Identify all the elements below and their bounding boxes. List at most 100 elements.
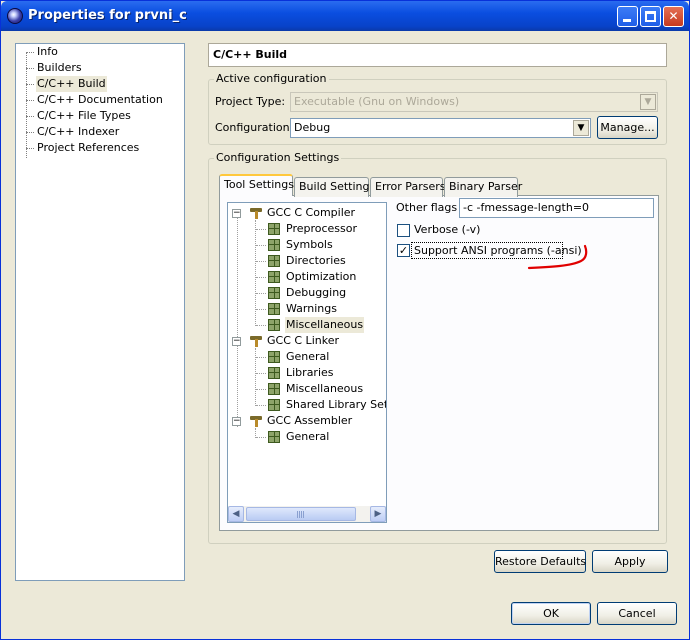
tree-guide-tick <box>256 357 266 358</box>
option-category-icon <box>268 399 280 411</box>
tree-guide-tick <box>256 405 266 406</box>
scroll-left-button[interactable]: ◀ <box>228 506 244 522</box>
tree-guide-tick <box>256 245 266 246</box>
tree-item-label: General <box>286 430 330 443</box>
other-flags-label: Other flags <box>396 201 458 214</box>
tree-guide-line <box>237 217 238 427</box>
option-category-icon <box>268 351 280 363</box>
close-button[interactable]: ✕ <box>663 6 684 27</box>
tree-guide-tick <box>256 325 266 326</box>
tree-guide-tick <box>26 52 34 53</box>
property-page-list[interactable]: Info Builders C/C++ Build C/C++ Document… <box>15 43 185 581</box>
nav-item-cpp-documentation[interactable]: C/C++ Documentation <box>36 92 164 108</box>
project-type-combo: Executable (Gnu on Windows) ▼ <box>290 92 658 112</box>
tree-guide-tick <box>26 84 34 85</box>
tree-node-label: GCC C Compiler <box>267 206 356 219</box>
tree-item-label: General <box>286 350 330 363</box>
title-bar[interactable]: Properties for prvni_c ✕ <box>1 1 689 31</box>
tree-guide-tick <box>256 277 266 278</box>
option-category-icon <box>268 255 280 267</box>
tool-settings-tree[interactable]: − GCC C Compiler Preprocessor Symbols Di… <box>227 202 387 523</box>
minimize-button[interactable] <box>617 6 638 27</box>
collapse-icon[interactable]: − <box>232 417 241 426</box>
verbose-checkbox[interactable] <box>397 224 410 237</box>
active-configuration-label: Active configuration <box>214 72 329 85</box>
tree-item-label: Directories <box>286 254 346 267</box>
maximize-button[interactable] <box>640 6 661 27</box>
tab-binary-parser[interactable]: Binary Parser <box>444 177 522 197</box>
checkmark-icon: ✓ <box>398 244 409 257</box>
tree-guide-tick <box>26 100 34 101</box>
other-flags-input[interactable]: -c -fmessage-length=0 <box>459 198 654 218</box>
restore-defaults-button[interactable]: Restore Defaults <box>494 550 586 573</box>
ok-button[interactable]: OK <box>511 602 591 625</box>
red-underline-annotation <box>527 244 588 270</box>
tree-guide-tick <box>256 293 266 294</box>
tree-item-label: Debugging <box>286 286 347 299</box>
option-category-icon <box>268 271 280 283</box>
option-category-icon <box>268 431 280 443</box>
manage-button[interactable]: Manage... <box>597 116 658 139</box>
nav-item-cpp-build[interactable]: C/C++ Build <box>36 76 107 92</box>
tree-horizontal-scrollbar[interactable]: ◀ ▶ <box>228 506 386 522</box>
grip-icon <box>297 511 305 518</box>
apply-button[interactable]: Apply <box>592 550 668 573</box>
maximize-icon <box>645 11 656 22</box>
tree-guide-tick <box>26 148 34 149</box>
option-category-icon <box>268 287 280 299</box>
option-category-icon <box>268 367 280 379</box>
tree-guide-tick <box>26 68 34 69</box>
tree-guide-tick <box>256 309 266 310</box>
tree-guide-tick <box>256 389 266 390</box>
close-icon: ✕ <box>668 9 679 23</box>
tree-guide-tick <box>256 229 266 230</box>
verbose-label: Verbose (-v) <box>414 223 481 236</box>
option-category-icon <box>268 239 280 251</box>
project-type-value: Executable (Gnu on Windows) <box>294 95 460 108</box>
tree-item-label: Miscellaneous <box>286 382 364 395</box>
tree-item-label: Preprocessor <box>286 222 358 235</box>
nav-item-info[interactable]: Info <box>36 44 59 60</box>
option-category-icon <box>268 223 280 235</box>
tree-item-label: Miscellaneous <box>285 317 365 333</box>
scrollbar-thumb[interactable] <box>246 507 356 521</box>
tree-guide-tick <box>256 373 266 374</box>
ansi-checkbox[interactable]: ✓ <box>397 244 410 257</box>
chevron-left-icon: ◀ <box>232 509 240 519</box>
tab-tool-settings[interactable]: Tool Settings <box>219 174 294 196</box>
option-category-icon <box>268 303 280 315</box>
tree-node-label: GCC Assembler <box>267 414 353 427</box>
tree-item-label: Warnings <box>286 302 337 315</box>
collapse-icon[interactable]: − <box>232 209 241 218</box>
nav-item-project-references[interactable]: Project References <box>36 140 140 156</box>
tree-item-label: Symbols <box>286 238 333 251</box>
minimize-icon <box>623 19 631 22</box>
option-category-icon <box>268 319 280 331</box>
collapse-icon[interactable]: − <box>232 337 241 346</box>
tree-guide-tick <box>26 132 34 133</box>
hammer-tool-icon <box>250 335 262 347</box>
configuration-label: Configuration: <box>215 121 294 134</box>
tree-item-label: Libraries <box>286 366 334 379</box>
configuration-settings-label: Configuration Settings <box>214 151 342 164</box>
tab-error-parsers[interactable]: Error Parsers <box>370 177 445 197</box>
dropdown-arrow-icon: ▼ <box>640 94 656 110</box>
option-category-icon <box>268 383 280 395</box>
configuration-combo[interactable]: Debug ▼ <box>290 118 591 138</box>
eclipse-app-icon <box>7 8 23 24</box>
tree-guide-line <box>255 220 256 326</box>
tree-guide-tick <box>26 116 34 117</box>
window-title: Properties for prvni_c <box>28 8 187 23</box>
tab-build-settings[interactable]: Build Settings <box>294 177 375 197</box>
cancel-button[interactable]: Cancel <box>597 602 677 625</box>
tree-item-label: Shared Library Settin <box>286 398 387 411</box>
tree-node-label: GCC C Linker <box>267 334 339 347</box>
project-type-label: Project Type: <box>215 95 286 108</box>
nav-item-cpp-file-types[interactable]: C/C++ File Types <box>36 108 132 124</box>
tree-guide-tick <box>256 437 266 438</box>
dropdown-arrow-icon[interactable]: ▼ <box>573 120 589 136</box>
scroll-right-button[interactable]: ▶ <box>370 506 386 522</box>
nav-item-cpp-indexer[interactable]: C/C++ Indexer <box>36 124 120 140</box>
nav-item-builders[interactable]: Builders <box>36 60 83 76</box>
chevron-right-icon: ▶ <box>374 509 382 519</box>
